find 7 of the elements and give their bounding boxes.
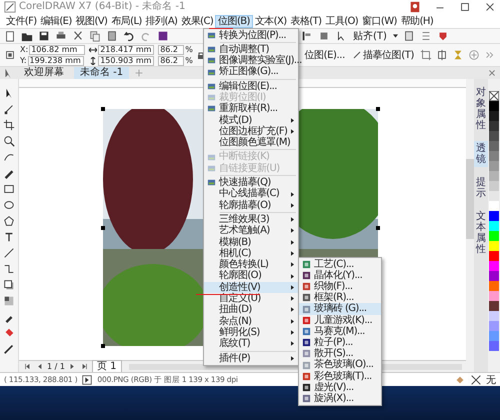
outline-value: 无: [486, 374, 496, 386]
y-label: Y:: [20, 56, 27, 65]
window-title: CorelDRAW X7 (64-Bit) - 未命名 -1: [19, 1, 186, 13]
page-count: 1 / 1: [47, 362, 65, 371]
percent-label: %: [185, 45, 193, 54]
percent-label: %: [185, 56, 193, 65]
x-label: X:: [20, 45, 28, 54]
